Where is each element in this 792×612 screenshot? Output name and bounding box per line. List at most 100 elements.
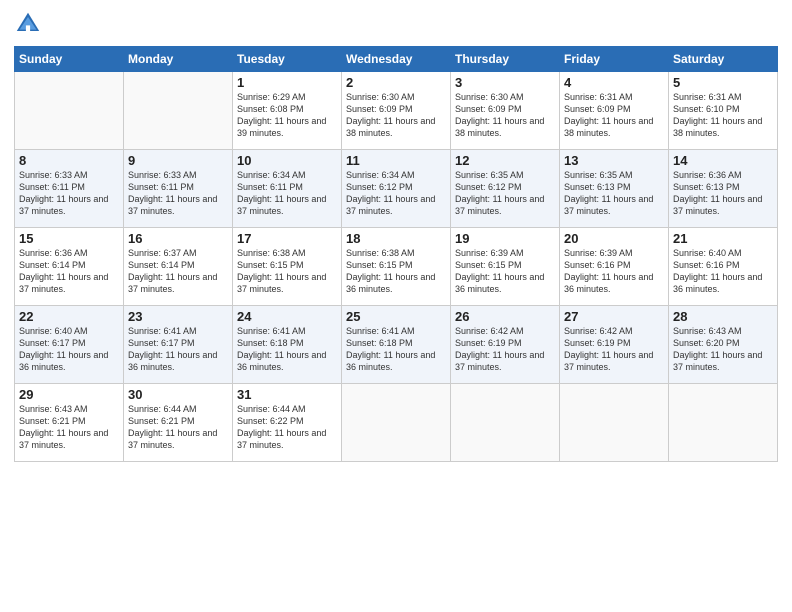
day-info: Sunrise: 6:31 AMSunset: 6:09 PMDaylight:…	[564, 91, 664, 140]
calendar-cell: 22Sunrise: 6:40 AMSunset: 6:17 PMDayligh…	[15, 306, 124, 384]
day-number: 14	[673, 153, 773, 168]
calendar-cell: 3Sunrise: 6:30 AMSunset: 6:09 PMDaylight…	[451, 72, 560, 150]
day-number: 10	[237, 153, 337, 168]
day-number: 4	[564, 75, 664, 90]
day-number: 30	[128, 387, 228, 402]
calendar-cell: 29Sunrise: 6:43 AMSunset: 6:21 PMDayligh…	[15, 384, 124, 462]
day-number: 11	[346, 153, 446, 168]
day-number: 23	[128, 309, 228, 324]
calendar-cell: 20Sunrise: 6:39 AMSunset: 6:16 PMDayligh…	[560, 228, 669, 306]
day-info: Sunrise: 6:35 AMSunset: 6:12 PMDaylight:…	[455, 169, 555, 218]
calendar-cell: 17Sunrise: 6:38 AMSunset: 6:15 PMDayligh…	[233, 228, 342, 306]
calendar-cell: 11Sunrise: 6:34 AMSunset: 6:12 PMDayligh…	[342, 150, 451, 228]
day-info: Sunrise: 6:37 AMSunset: 6:14 PMDaylight:…	[128, 247, 228, 296]
day-number: 28	[673, 309, 773, 324]
day-info: Sunrise: 6:41 AMSunset: 6:17 PMDaylight:…	[128, 325, 228, 374]
day-number: 2	[346, 75, 446, 90]
day-number: 15	[19, 231, 119, 246]
day-info: Sunrise: 6:29 AMSunset: 6:08 PMDaylight:…	[237, 91, 337, 140]
logo	[14, 10, 46, 38]
weekday-header-row: SundayMondayTuesdayWednesdayThursdayFrid…	[15, 47, 778, 72]
calendar-cell: 4Sunrise: 6:31 AMSunset: 6:09 PMDaylight…	[560, 72, 669, 150]
day-info: Sunrise: 6:40 AMSunset: 6:16 PMDaylight:…	[673, 247, 773, 296]
day-number: 21	[673, 231, 773, 246]
day-number: 16	[128, 231, 228, 246]
day-info: Sunrise: 6:38 AMSunset: 6:15 PMDaylight:…	[237, 247, 337, 296]
day-number: 9	[128, 153, 228, 168]
day-info: Sunrise: 6:44 AMSunset: 6:21 PMDaylight:…	[128, 403, 228, 452]
page-container: SundayMondayTuesdayWednesdayThursdayFrid…	[0, 0, 792, 612]
calendar-cell: 1Sunrise: 6:29 AMSunset: 6:08 PMDaylight…	[233, 72, 342, 150]
weekday-header-tuesday: Tuesday	[233, 47, 342, 72]
day-number: 25	[346, 309, 446, 324]
day-number: 31	[237, 387, 337, 402]
calendar-week-row: 8Sunrise: 6:33 AMSunset: 6:11 PMDaylight…	[15, 150, 778, 228]
calendar-cell	[560, 384, 669, 462]
day-number: 20	[564, 231, 664, 246]
calendar-cell: 14Sunrise: 6:36 AMSunset: 6:13 PMDayligh…	[669, 150, 778, 228]
day-info: Sunrise: 6:34 AMSunset: 6:12 PMDaylight:…	[346, 169, 446, 218]
day-info: Sunrise: 6:31 AMSunset: 6:10 PMDaylight:…	[673, 91, 773, 140]
day-info: Sunrise: 6:33 AMSunset: 6:11 PMDaylight:…	[128, 169, 228, 218]
calendar-week-row: 22Sunrise: 6:40 AMSunset: 6:17 PMDayligh…	[15, 306, 778, 384]
day-info: Sunrise: 6:30 AMSunset: 6:09 PMDaylight:…	[455, 91, 555, 140]
weekday-header-saturday: Saturday	[669, 47, 778, 72]
day-number: 18	[346, 231, 446, 246]
day-number: 12	[455, 153, 555, 168]
day-info: Sunrise: 6:39 AMSunset: 6:15 PMDaylight:…	[455, 247, 555, 296]
calendar-cell: 28Sunrise: 6:43 AMSunset: 6:20 PMDayligh…	[669, 306, 778, 384]
calendar-cell: 21Sunrise: 6:40 AMSunset: 6:16 PMDayligh…	[669, 228, 778, 306]
day-info: Sunrise: 6:35 AMSunset: 6:13 PMDaylight:…	[564, 169, 664, 218]
calendar-cell: 5Sunrise: 6:31 AMSunset: 6:10 PMDaylight…	[669, 72, 778, 150]
day-number: 19	[455, 231, 555, 246]
day-info: Sunrise: 6:39 AMSunset: 6:16 PMDaylight:…	[564, 247, 664, 296]
day-number: 17	[237, 231, 337, 246]
day-number: 27	[564, 309, 664, 324]
calendar-week-row: 1Sunrise: 6:29 AMSunset: 6:08 PMDaylight…	[15, 72, 778, 150]
day-info: Sunrise: 6:30 AMSunset: 6:09 PMDaylight:…	[346, 91, 446, 140]
day-number: 24	[237, 309, 337, 324]
day-info: Sunrise: 6:44 AMSunset: 6:22 PMDaylight:…	[237, 403, 337, 452]
calendar-table: SundayMondayTuesdayWednesdayThursdayFrid…	[14, 46, 778, 462]
logo-icon	[14, 10, 42, 38]
calendar-cell: 9Sunrise: 6:33 AMSunset: 6:11 PMDaylight…	[124, 150, 233, 228]
day-info: Sunrise: 6:41 AMSunset: 6:18 PMDaylight:…	[237, 325, 337, 374]
calendar-week-row: 29Sunrise: 6:43 AMSunset: 6:21 PMDayligh…	[15, 384, 778, 462]
calendar-cell: 27Sunrise: 6:42 AMSunset: 6:19 PMDayligh…	[560, 306, 669, 384]
calendar-cell: 23Sunrise: 6:41 AMSunset: 6:17 PMDayligh…	[124, 306, 233, 384]
day-info: Sunrise: 6:33 AMSunset: 6:11 PMDaylight:…	[19, 169, 119, 218]
day-number: 26	[455, 309, 555, 324]
day-info: Sunrise: 6:42 AMSunset: 6:19 PMDaylight:…	[455, 325, 555, 374]
calendar-cell	[15, 72, 124, 150]
calendar-cell	[342, 384, 451, 462]
header	[14, 10, 778, 38]
calendar-cell: 19Sunrise: 6:39 AMSunset: 6:15 PMDayligh…	[451, 228, 560, 306]
calendar-cell	[669, 384, 778, 462]
calendar-cell: 13Sunrise: 6:35 AMSunset: 6:13 PMDayligh…	[560, 150, 669, 228]
day-info: Sunrise: 6:38 AMSunset: 6:15 PMDaylight:…	[346, 247, 446, 296]
day-info: Sunrise: 6:36 AMSunset: 6:14 PMDaylight:…	[19, 247, 119, 296]
day-info: Sunrise: 6:40 AMSunset: 6:17 PMDaylight:…	[19, 325, 119, 374]
weekday-header-monday: Monday	[124, 47, 233, 72]
day-number: 29	[19, 387, 119, 402]
calendar-cell: 8Sunrise: 6:33 AMSunset: 6:11 PMDaylight…	[15, 150, 124, 228]
calendar-cell: 18Sunrise: 6:38 AMSunset: 6:15 PMDayligh…	[342, 228, 451, 306]
calendar-week-row: 15Sunrise: 6:36 AMSunset: 6:14 PMDayligh…	[15, 228, 778, 306]
calendar-cell: 26Sunrise: 6:42 AMSunset: 6:19 PMDayligh…	[451, 306, 560, 384]
weekday-header-thursday: Thursday	[451, 47, 560, 72]
day-info: Sunrise: 6:41 AMSunset: 6:18 PMDaylight:…	[346, 325, 446, 374]
calendar-cell: 15Sunrise: 6:36 AMSunset: 6:14 PMDayligh…	[15, 228, 124, 306]
calendar-cell	[451, 384, 560, 462]
weekday-header-sunday: Sunday	[15, 47, 124, 72]
calendar-cell	[124, 72, 233, 150]
calendar-cell: 25Sunrise: 6:41 AMSunset: 6:18 PMDayligh…	[342, 306, 451, 384]
calendar-cell: 31Sunrise: 6:44 AMSunset: 6:22 PMDayligh…	[233, 384, 342, 462]
calendar-cell: 24Sunrise: 6:41 AMSunset: 6:18 PMDayligh…	[233, 306, 342, 384]
calendar-cell: 30Sunrise: 6:44 AMSunset: 6:21 PMDayligh…	[124, 384, 233, 462]
day-number: 3	[455, 75, 555, 90]
day-number: 22	[19, 309, 119, 324]
day-info: Sunrise: 6:42 AMSunset: 6:19 PMDaylight:…	[564, 325, 664, 374]
calendar-cell: 12Sunrise: 6:35 AMSunset: 6:12 PMDayligh…	[451, 150, 560, 228]
day-info: Sunrise: 6:34 AMSunset: 6:11 PMDaylight:…	[237, 169, 337, 218]
day-info: Sunrise: 6:43 AMSunset: 6:21 PMDaylight:…	[19, 403, 119, 452]
